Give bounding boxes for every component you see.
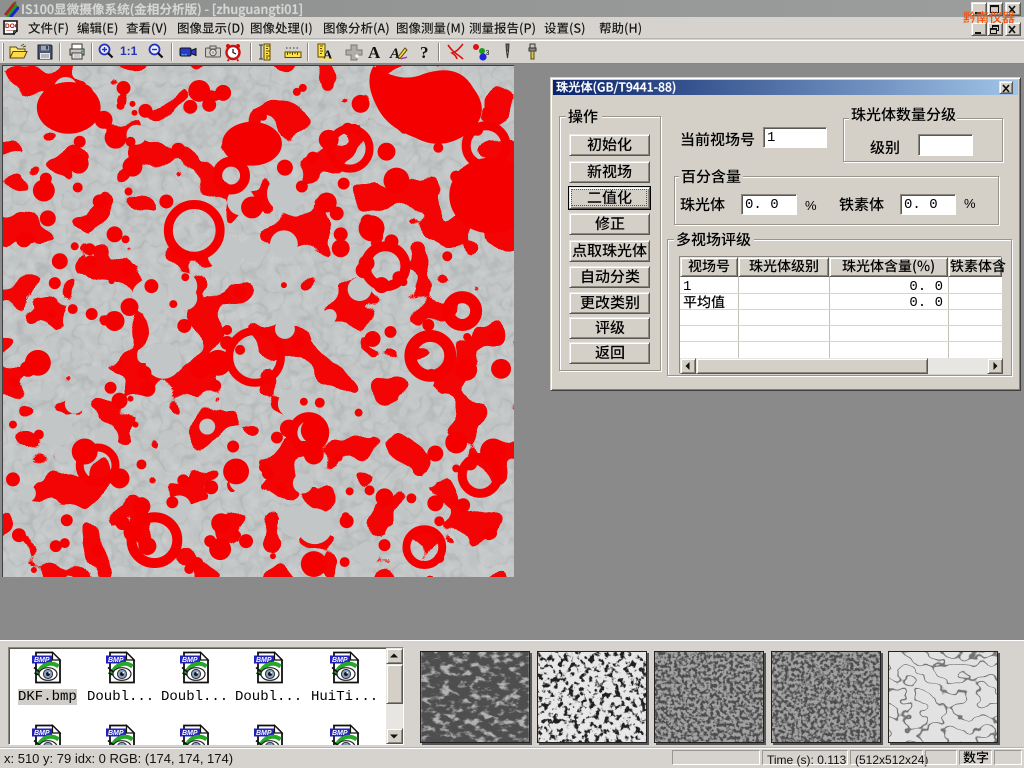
svg-text:DOC: DOC — [5, 23, 18, 30]
svg-text:3: 3 — [486, 50, 490, 57]
svg-text:?: ? — [420, 43, 429, 62]
svg-text:A: A — [368, 43, 381, 62]
svg-text:A: A — [389, 46, 400, 62]
